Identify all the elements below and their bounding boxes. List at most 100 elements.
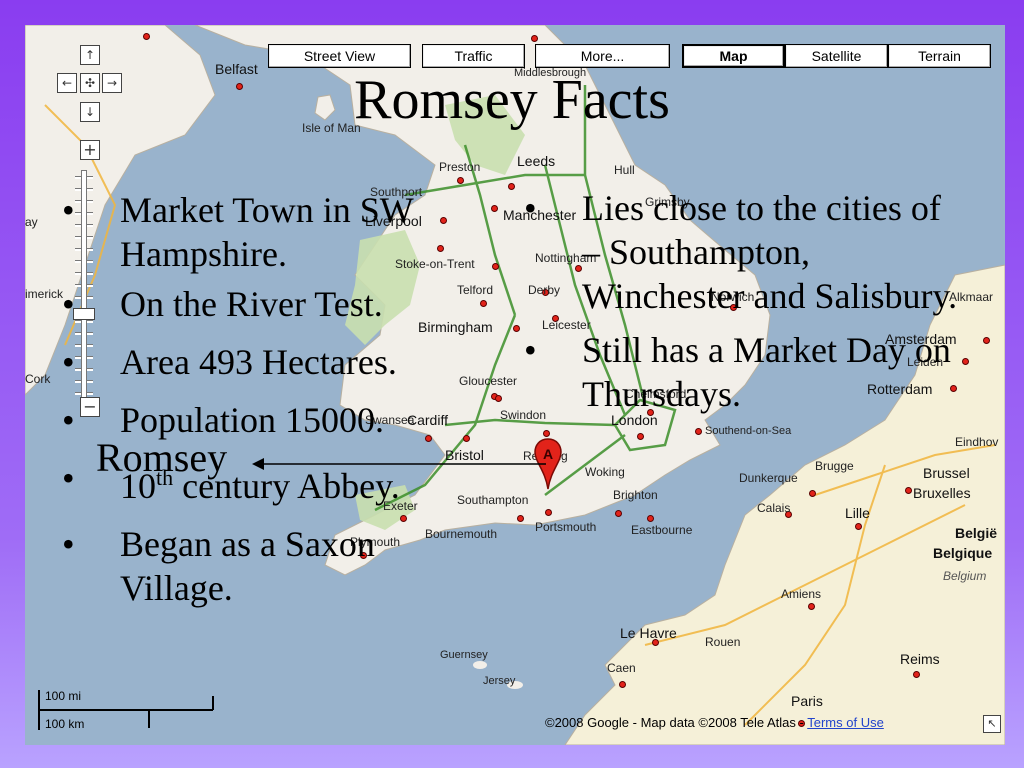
bullet-marker: • <box>524 188 537 228</box>
city-dot <box>637 433 644 440</box>
bullet-marker: • <box>62 458 75 498</box>
place-label: Cork <box>25 372 51 386</box>
place-label: Brighton <box>613 488 658 502</box>
zoom-rail <box>81 170 87 408</box>
expand-corner-icon[interactable]: ↖ <box>983 715 1001 733</box>
place-label: Rouen <box>705 635 741 649</box>
bullet-item: • Began as a Saxon Village. <box>62 522 480 610</box>
place-label: Hull <box>614 163 635 177</box>
city-dot <box>809 490 816 497</box>
city-dot <box>619 681 626 688</box>
place-label: Portsmouth <box>535 520 597 534</box>
place-label: Lille <box>845 505 870 521</box>
city-dot <box>495 395 502 402</box>
bullet-marker: • <box>62 342 75 382</box>
place-label: Swindon <box>500 408 547 422</box>
city-dot <box>962 358 969 365</box>
city-dot <box>531 35 538 42</box>
traffic-button[interactable]: Traffic <box>422 44 525 68</box>
bullet-marker: • <box>62 190 75 230</box>
bullet-marker: • <box>62 284 75 324</box>
place-label: Leeds <box>517 153 556 169</box>
place-label: België <box>955 525 998 541</box>
place-label: Reims <box>900 651 940 667</box>
city-dot <box>913 671 920 678</box>
place-label: ay <box>25 215 38 229</box>
zoom-out-icon[interactable]: − <box>80 397 100 417</box>
bullet-item: • On the River Test. <box>62 282 480 326</box>
place-label: Bruxelles <box>913 485 971 501</box>
bullet-text: On the River Test. <box>120 284 383 324</box>
place-label: Derby <box>528 283 561 297</box>
city-dot <box>808 603 815 610</box>
city-dot <box>855 523 862 530</box>
place-label: Paris <box>791 693 823 709</box>
romsey-label: Romsey <box>96 435 228 480</box>
place-label: Woking <box>585 465 625 479</box>
city-dot <box>513 325 520 332</box>
romsey-arrow <box>252 458 546 470</box>
city-dot <box>545 509 552 516</box>
bullet-marker: • <box>524 330 537 370</box>
place-label: Amiens <box>781 587 822 601</box>
more-button[interactable]: More... <box>535 44 670 68</box>
place-label: Brugge <box>815 459 854 473</box>
place-label: Jersey <box>483 675 516 687</box>
bullet-text: Began as a Saxon Village. <box>120 524 375 608</box>
guernsey-island <box>473 661 487 669</box>
city-dot <box>508 183 515 190</box>
place-label: Caen <box>607 661 636 675</box>
bullet-text: Market Town in SW Hampshire. <box>120 190 414 274</box>
zoom-handle[interactable] <box>73 308 95 320</box>
bullet-item: • Lies close to the cities of – Southampt… <box>524 186 962 318</box>
bullet-text: Area 493 Hectares. <box>120 342 397 382</box>
city-dot <box>983 337 990 344</box>
place-label: Manchester <box>503 207 577 223</box>
bullet-text: Still has a Market Day on Thursdays. <box>582 330 951 414</box>
slide: Belfast Middlesbrough Isle of Man Presto… <box>0 0 1024 768</box>
place-label: Dunkerque <box>739 471 798 485</box>
scale-km-label: 100 km <box>45 717 85 731</box>
place-label: Brussel <box>923 465 970 481</box>
place-label: Belgium <box>943 569 987 583</box>
city-dot <box>575 265 582 272</box>
place-label: Eastbourne <box>631 523 693 537</box>
left-bullet-list: • Market Town in SW Hampshire. • On the Ri… <box>62 188 480 610</box>
place-label: Southend-on-Sea <box>705 425 792 437</box>
place-label: Belgique <box>933 545 993 561</box>
satellite-view-button[interactable]: Satellite <box>785 44 888 68</box>
map-copyright: ©2008 Google - Map data ©2008 Tele Atlas… <box>545 715 884 730</box>
street-view-button[interactable]: Street View <box>268 44 411 68</box>
terms-of-use-link[interactable]: Terms of Use <box>807 715 884 730</box>
right-bullet-list: • Lies close to the cities of – Southampt… <box>524 186 962 416</box>
place-label: Preston <box>439 160 481 174</box>
zoom-in-icon[interactable]: + <box>80 140 100 160</box>
city-dot <box>491 205 498 212</box>
place-label: Guernsey <box>440 649 488 661</box>
zoom-slider[interactable] <box>73 170 95 408</box>
bullet-text: Lies close to the cities of – Southampto… <box>582 188 958 316</box>
place-label: Le Havre <box>620 625 677 641</box>
bullet-marker: • <box>62 400 75 440</box>
city-dot <box>905 487 912 494</box>
city-dot <box>615 510 622 517</box>
place-label: imerick <box>25 287 63 301</box>
city-dot <box>695 428 702 435</box>
terrain-view-button[interactable]: Terrain <box>888 44 991 68</box>
city-dot <box>543 430 550 437</box>
bullet-item: • Market Town in SW Hampshire. <box>62 188 480 276</box>
city-dot <box>517 515 524 522</box>
place-label: Eindhov <box>955 435 999 449</box>
city-dot <box>143 33 150 40</box>
copyright-text: ©2008 Google - Map data ©2008 Tele Atlas… <box>545 715 808 730</box>
slide-title: Romsey Facts <box>354 69 670 131</box>
bullet-marker: • <box>62 524 75 564</box>
city-dot <box>480 300 487 307</box>
map-view-button[interactable]: Map <box>682 44 785 68</box>
pan-up-icon[interactable]: ↑ <box>80 45 100 65</box>
bullet-item: • Still has a Market Day on Thursdays. <box>524 328 962 416</box>
scale-miles-label: 100 mi <box>45 689 82 703</box>
city-dot <box>647 515 654 522</box>
city-dot <box>457 177 464 184</box>
city-dot <box>492 263 499 270</box>
